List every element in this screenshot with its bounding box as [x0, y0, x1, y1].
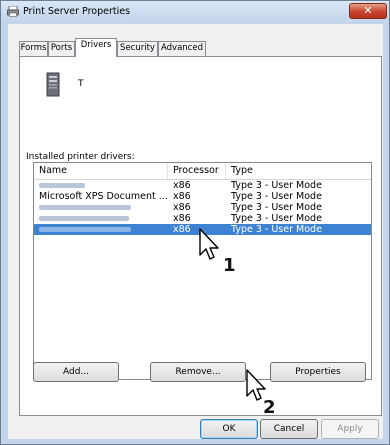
installed-drivers-label: Installed printer drivers:	[26, 152, 135, 162]
redacted-driver-name	[39, 227, 131, 232]
driver-row[interactable]: x86 Type 3 - User Mode	[34, 180, 371, 191]
driver-type: Type 3 - User Mode	[231, 224, 322, 235]
driver-name	[39, 202, 131, 213]
list-header: Name Processor Type	[34, 163, 371, 180]
driver-processor: x86	[173, 213, 191, 224]
driver-row[interactable]: x86 Type 3 - User Mode	[34, 213, 371, 224]
driver-processor: x86	[173, 191, 191, 202]
cancel-button[interactable]: Cancel	[260, 419, 318, 439]
column-header-processor[interactable]: Processor	[168, 163, 226, 179]
title-bar: Print Server Properties ✕	[1, 1, 389, 23]
window-title: Print Server Properties	[23, 6, 131, 17]
column-header-name[interactable]: Name	[34, 163, 168, 179]
server-computer-icon	[46, 72, 60, 97]
dialog-body: Forms Ports Drivers Security Advanced T …	[8, 24, 383, 439]
tab-ports[interactable]: Ports	[48, 41, 75, 56]
tab-advanced[interactable]: Advanced	[158, 41, 206, 56]
driver-processor: x86	[173, 224, 191, 235]
column-header-type[interactable]: Type	[226, 163, 371, 179]
close-icon: ✕	[363, 4, 373, 17]
driver-name	[39, 180, 85, 191]
driver-processor: x86	[173, 202, 191, 213]
apply-button[interactable]: Apply	[321, 419, 379, 439]
tab-drivers[interactable]: Drivers	[75, 38, 117, 57]
tab-forms[interactable]: Forms	[19, 41, 48, 56]
step-number-2: 2	[263, 397, 276, 418]
driver-type: Type 3 - User Mode	[231, 202, 322, 213]
driver-name	[39, 213, 129, 224]
ok-button[interactable]: OK	[200, 419, 258, 439]
properties-button[interactable]: Properties	[270, 362, 366, 382]
driver-type: Type 3 - User Mode	[231, 191, 322, 202]
driver-name: Microsoft XPS Document ...	[39, 191, 168, 202]
server-name: T	[78, 79, 84, 89]
drivers-list[interactable]: Name Processor Type x86 Type 3 - User Mod…	[33, 162, 372, 380]
print-server-properties-window: Print Server Properties ✕ Forms Ports Dr…	[0, 0, 390, 445]
add-button[interactable]: Add...	[33, 362, 119, 382]
driver-processor: x86	[173, 180, 191, 191]
redacted-driver-name	[39, 183, 85, 188]
mouse-pointer-icon	[199, 228, 219, 260]
driver-row[interactable]: Microsoft XPS Document ... x86 Type 3 - Us…	[34, 191, 371, 202]
driver-name	[39, 224, 131, 235]
driver-row[interactable]: x86 Type 3 - User Mode	[34, 202, 371, 213]
redacted-driver-name	[39, 216, 129, 221]
remove-button[interactable]: Remove...	[150, 362, 246, 382]
printer-icon	[7, 6, 19, 17]
driver-type: Type 3 - User Mode	[231, 213, 322, 224]
driver-type: Type 3 - User Mode	[231, 180, 322, 191]
redacted-driver-name	[39, 205, 131, 210]
step-number-1: 1	[223, 255, 236, 276]
tab-security[interactable]: Security	[117, 41, 158, 56]
close-button[interactable]: ✕	[349, 3, 387, 19]
